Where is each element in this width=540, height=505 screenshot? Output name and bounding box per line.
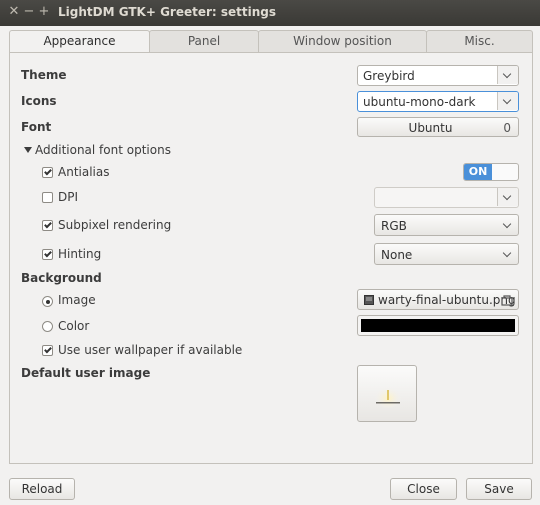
checkmark-icon <box>44 220 52 229</box>
default-user-image-button[interactable] <box>357 365 417 422</box>
icons-label: Icons <box>21 94 57 108</box>
hinting-value: None <box>381 248 413 262</box>
background-label: Background <box>21 271 102 285</box>
theme-dropdown-arrow[interactable] <box>497 66 518 84</box>
appearance-panel: Theme Greybird Icons ubuntu-mono-dark Fo… <box>9 52 533 464</box>
theme-value: Greybird <box>363 69 415 83</box>
subpixel-value: RGB <box>381 219 407 233</box>
chevron-down-icon <box>502 191 512 201</box>
open-folder-icon <box>501 295 513 306</box>
tab-misc[interactable]: Misc. <box>426 30 533 52</box>
subpixel-checkbox[interactable] <box>42 220 53 231</box>
save-button[interactable]: Save <box>466 478 532 500</box>
additional-font-options-expander[interactable]: Additional font options <box>35 143 171 157</box>
antialias-switch-on: ON <box>464 164 492 180</box>
radio-dot <box>45 299 50 304</box>
antialias-checkbox[interactable] <box>42 167 53 178</box>
dpi-label: DPI <box>58 190 79 204</box>
title-bar[interactable]: ✕ − + LightDM GTK+ Greeter: settings <box>0 0 540 26</box>
font-label: Font <box>21 120 52 134</box>
theme-label: Theme <box>21 68 67 82</box>
checkmark-icon <box>44 345 52 354</box>
tab-bar: Appearance Panel Window position Misc. <box>0 30 540 53</box>
subpixel-label: Subpixel rendering <box>58 218 172 232</box>
icons-dropdown-arrow[interactable] <box>497 92 518 110</box>
dpi-checkbox[interactable] <box>42 192 53 203</box>
hinting-dropdown[interactable]: None <box>374 243 519 265</box>
font-name: Ubuntu <box>408 121 453 135</box>
color-radio[interactable] <box>42 321 53 332</box>
checkmark-icon <box>44 167 52 176</box>
hinting-label: Hinting <box>58 247 102 261</box>
subpixel-dropdown[interactable]: RGB <box>374 214 519 236</box>
image-file-icon <box>364 295 374 305</box>
dpi-spin-entry[interactable] <box>374 187 519 208</box>
expander-arrow-icon[interactable] <box>24 147 32 153</box>
tab-panel[interactable]: Panel <box>149 30 259 52</box>
default-user-image-label: Default user image <box>21 366 151 380</box>
chevron-down-icon <box>502 248 512 258</box>
hinting-checkbox[interactable] <box>42 249 53 260</box>
image-label: Image <box>58 293 96 307</box>
tab-appearance[interactable]: Appearance <box>9 30 150 53</box>
use-wallpaper-label: Use user wallpaper if available <box>58 343 243 357</box>
maximize-window-icon[interactable]: + <box>37 5 51 19</box>
use-wallpaper-checkbox[interactable] <box>42 345 53 356</box>
antialias-switch[interactable]: ON <box>463 163 519 181</box>
reload-button[interactable]: Reload <box>9 478 75 500</box>
chevron-down-icon <box>502 219 512 229</box>
dpi-dropdown-arrow[interactable] <box>497 188 518 206</box>
image-radio[interactable] <box>42 296 53 307</box>
font-button[interactable]: Ubuntu 0 <box>357 117 519 137</box>
tab-window-position[interactable]: Window position <box>258 30 427 52</box>
chevron-down-icon <box>502 69 512 79</box>
icons-combo[interactable]: ubuntu-mono-dark <box>357 91 519 112</box>
color-picker-button[interactable] <box>357 315 519 336</box>
window-title: LightDM GTK+ Greeter: settings <box>58 5 277 19</box>
close-button[interactable]: Close <box>390 478 457 500</box>
checkmark-icon <box>44 249 52 258</box>
color-label: Color <box>58 319 90 333</box>
chevron-down-icon <box>502 95 512 105</box>
theme-combo[interactable]: Greybird <box>357 65 519 86</box>
image-file-chooser[interactable]: warty-final-ubuntu.png <box>357 289 519 310</box>
candle-light-icon <box>374 384 402 408</box>
minimize-window-icon[interactable]: − <box>22 5 36 19</box>
image-file-name: warty-final-ubuntu.png <box>378 293 516 307</box>
color-swatch <box>361 319 515 332</box>
antialias-label: Antialias <box>58 165 110 179</box>
icons-value: ubuntu-mono-dark <box>363 95 476 109</box>
font-size: 0 <box>503 121 511 135</box>
settings-window: ✕ − + LightDM GTK+ Greeter: settings App… <box>0 0 540 505</box>
close-window-icon[interactable]: ✕ <box>7 5 21 19</box>
